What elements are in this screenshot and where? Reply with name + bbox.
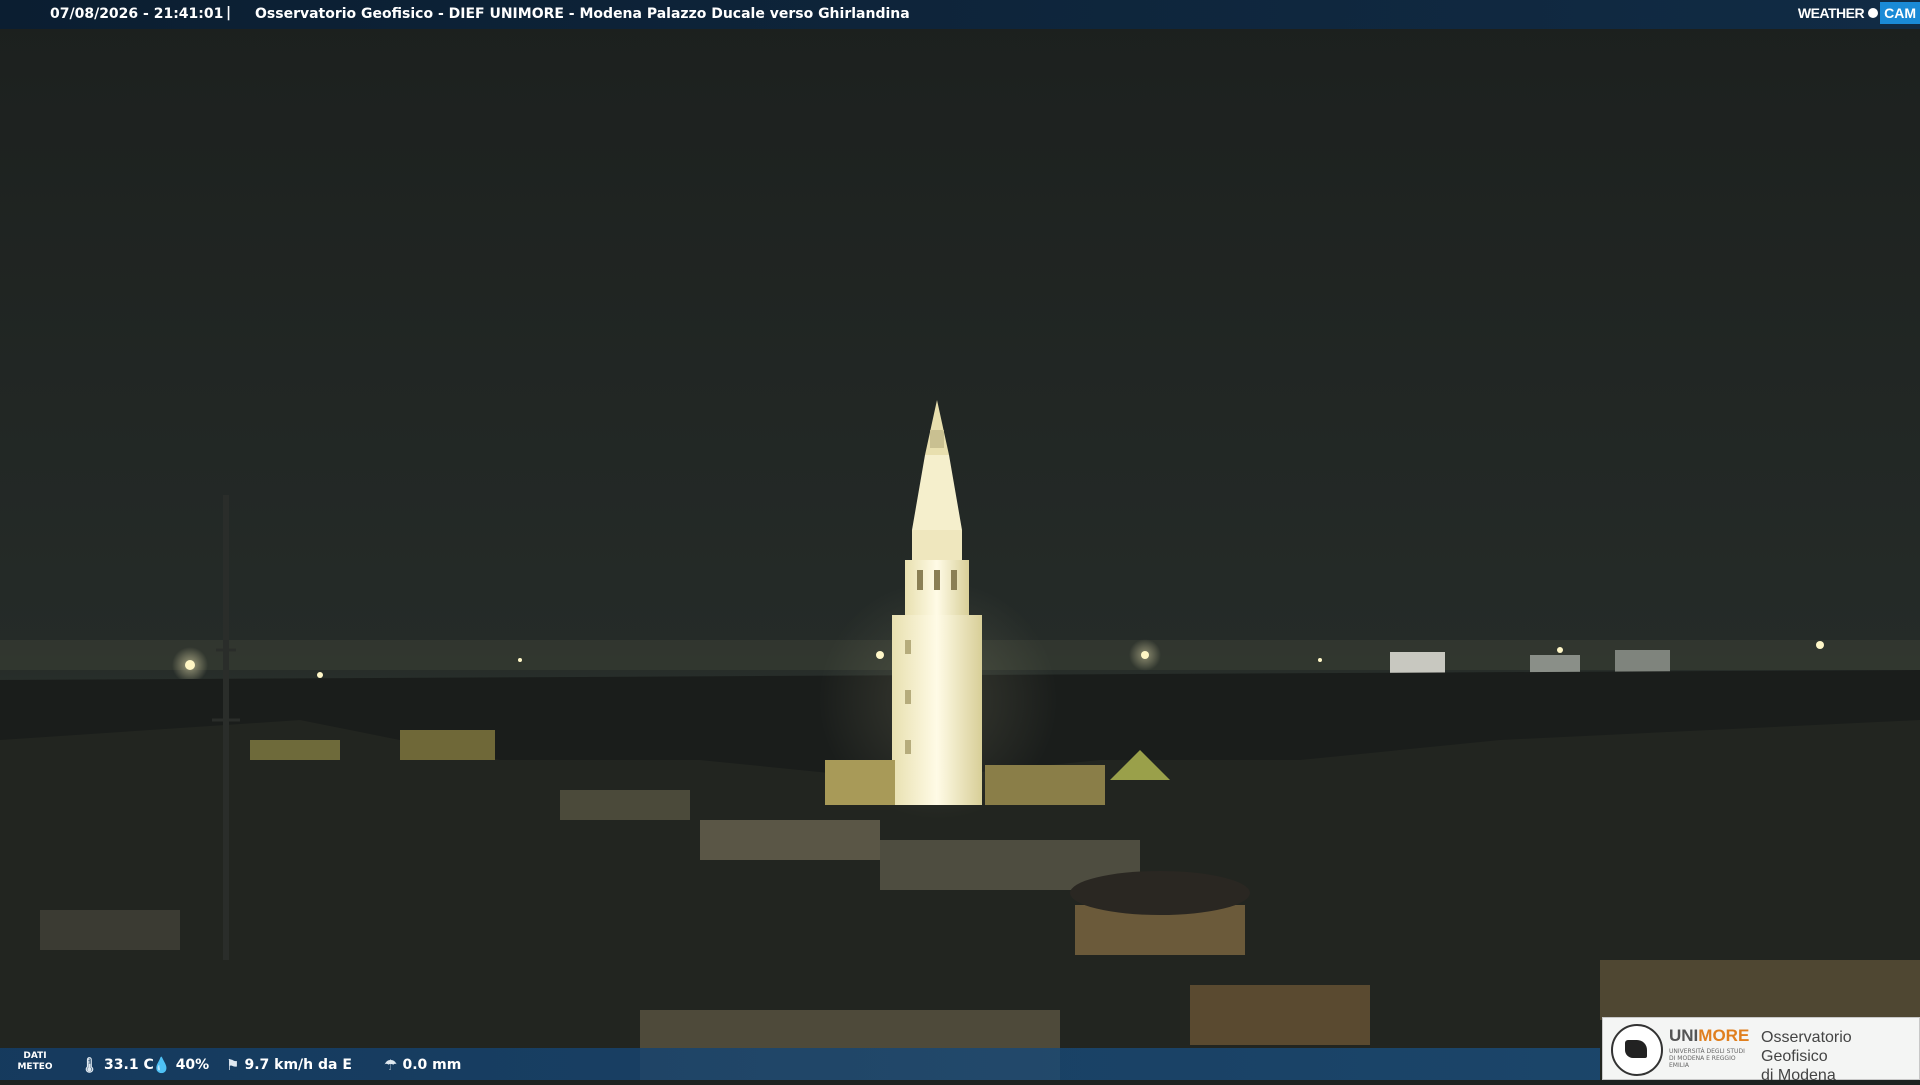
camera-title: Osservatorio Geofisico - DIEF UNIMORE - … — [255, 6, 910, 22]
header-bar: 07/08/2026 - 21:41:01 | Osservatorio Geo… — [0, 0, 1920, 29]
meteo-label-line2: METEO — [17, 1062, 53, 1072]
weathercam-logo: WEATHER CAM — [1798, 0, 1920, 26]
weathercam-dot-icon — [1868, 8, 1879, 18]
unimore-more: MORE — [1698, 1026, 1750, 1045]
temperature-value: 33.1 C — [104, 1057, 154, 1073]
wind-vane-icon: ⚑ — [226, 1056, 240, 1074]
weathercam-cam-label: CAM — [1880, 2, 1920, 24]
unimore-logo-box: UNIMORE UNIVERSITÀ DEGLI STUDI DI MODENA… — [1602, 1017, 1920, 1084]
timestamp: 07/08/2026 - 21:41:01 — [50, 6, 224, 22]
rain-value: 0.0 mm — [402, 1057, 462, 1073]
header-separator: | — [226, 5, 232, 21]
meteo-label-line1: DATI — [23, 1051, 47, 1061]
humidity-value: 40% — [175, 1057, 210, 1073]
unimore-uni: UNI — [1669, 1026, 1699, 1045]
rain-gauge-icon: ☂ — [384, 1056, 398, 1074]
webcam-image — [0, 0, 1920, 1080]
temperature-readout: 🌡 33.1 C — [80, 1056, 154, 1074]
unimore-subtitle: UNIVERSITÀ DEGLI STUDI DI MODENA E REGGI… — [1669, 1048, 1745, 1069]
rain-readout: ☂ 0.0 mm — [384, 1056, 461, 1074]
unimore-wordmark: UNIMORE — [1669, 1026, 1749, 1046]
unimore-seal-icon — [1611, 1024, 1663, 1076]
wind-readout: ⚑ 9.7 km/h da E — [226, 1056, 352, 1074]
observatory-line1: Osservatorio Geofisico — [1761, 1029, 1852, 1065]
humidity-drop-icon: 💧 — [152, 1056, 171, 1074]
observatory-name: Osservatorio Geofisico di Modena — [1761, 1028, 1919, 1085]
thermometer-icon: 🌡 — [80, 1056, 100, 1074]
observatory-line2: di Modena — [1761, 1067, 1836, 1084]
humidity-readout: 💧 40% — [152, 1056, 209, 1074]
meteo-label: DATI METEO — [10, 1051, 60, 1073]
wind-value: 9.7 km/h da E — [244, 1057, 352, 1073]
meteo-bar: DATI METEO 🌡 33.1 C 💧 40% ⚑ 9.7 km/h da … — [0, 1048, 1600, 1080]
weathercam-weather-label: WEATHER — [1797, 5, 1865, 21]
